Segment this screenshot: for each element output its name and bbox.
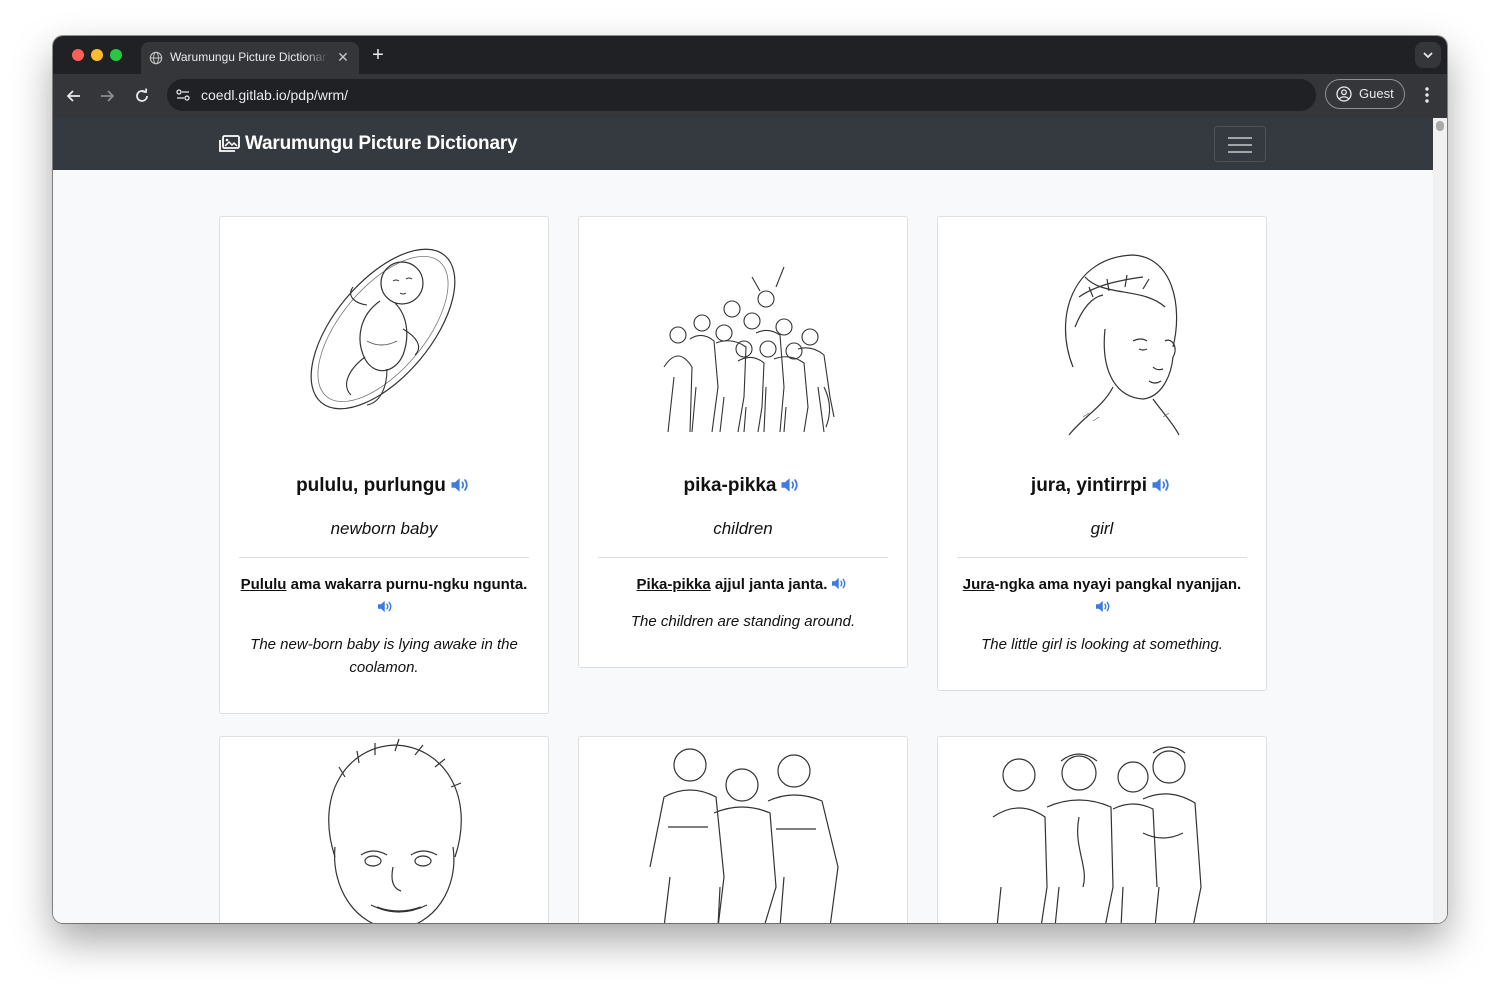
divider <box>239 557 529 558</box>
browser-window: Warumungu Picture Dictionary ✕ + coedl.g… <box>53 36 1447 923</box>
word-card <box>219 736 549 923</box>
scrollbar-thumb[interactable] <box>1436 121 1444 131</box>
speaker-icon[interactable] <box>830 576 849 591</box>
forward-arrow-icon[interactable] <box>97 86 117 106</box>
images-icon <box>219 135 240 152</box>
divider <box>598 557 888 558</box>
word-card: jura, yintirrpi girl Jura-ngka ama nyayi… <box>937 216 1267 691</box>
word-title: jura, yintirrpi <box>938 475 1266 497</box>
speaker-icon[interactable] <box>376 599 395 614</box>
page-viewport: Warumungu Picture Dictionary pululu, pur… <box>53 118 1447 923</box>
example-sentence: Jura-ngka ama nyayi pangkal nyanjjan. <box>956 573 1248 619</box>
minimize-window-button[interactable] <box>91 49 103 61</box>
word-card: pika-pikka children Pika-pikka ajjul jan… <box>578 216 908 668</box>
speaker-icon[interactable] <box>449 476 472 494</box>
example-sentence: Pululu ama wakarra purnu-ngku ngunta. <box>238 573 530 619</box>
baby-in-coolamon-illustration <box>310 248 456 410</box>
tab-title: Warumungu Picture Dictionary <box>170 50 328 64</box>
word-card <box>578 736 908 923</box>
word-gloss: children <box>713 519 773 538</box>
site-navbar: Warumungu Picture Dictionary <box>53 118 1433 170</box>
menu-toggle-button[interactable] <box>1214 126 1266 162</box>
profile-button[interactable]: Guest <box>1325 79 1405 109</box>
example-translation: The children are standing around. <box>630 613 856 630</box>
browser-tab[interactable]: Warumungu Picture Dictionary ✕ <box>141 42 359 74</box>
hamburger-icon <box>1228 137 1252 139</box>
reload-icon[interactable] <box>132 86 152 106</box>
speaker-icon[interactable] <box>1150 476 1173 494</box>
word-title: pululu, purlungu <box>220 475 548 497</box>
more-options-icon[interactable] <box>1417 85 1437 105</box>
example-translation: The little girl is looking at something. <box>981 636 1223 653</box>
url-text: coedl.gitlab.io/pdp/wrm/ <box>201 87 349 103</box>
tab-strip: Warumungu Picture Dictionary ✕ + <box>53 36 1447 74</box>
example-sentence: Pika-pikka ajjul janta janta. <box>597 573 889 596</box>
maximize-window-button[interactable] <box>110 49 122 61</box>
site-settings-icon[interactable] <box>175 87 191 103</box>
site-title: Warumungu Picture Dictionary <box>245 133 518 154</box>
speaker-icon[interactable] <box>1094 599 1113 614</box>
new-tab-button[interactable]: + <box>368 45 388 65</box>
address-bar[interactable]: coedl.gitlab.io/pdp/wrm/ <box>167 79 1316 111</box>
word-gloss: newborn baby <box>330 519 438 538</box>
speaker-icon[interactable] <box>779 476 802 494</box>
profile-label: Guest <box>1359 86 1394 101</box>
close-window-button[interactable] <box>72 49 84 61</box>
tab-search-button[interactable] <box>1415 42 1441 68</box>
page-scrollbar[interactable] <box>1433 118 1447 923</box>
back-arrow-icon[interactable] <box>64 86 84 106</box>
word-card: pululu, purlungu newborn baby Pululu ama… <box>219 216 549 714</box>
chevron-down-icon <box>1423 52 1433 59</box>
globe-icon <box>149 51 163 65</box>
divider <box>957 557 1247 558</box>
close-tab-icon[interactable]: ✕ <box>335 49 351 65</box>
girl-portrait-illustration <box>1065 254 1180 436</box>
word-gloss: girl <box>1090 519 1114 538</box>
three-women-illustration <box>649 748 839 923</box>
word-title: pika-pikka <box>579 475 907 497</box>
group-of-men-illustration <box>992 746 1202 923</box>
example-translation: The new-born baby is lying awake in the … <box>250 636 518 676</box>
browser-toolbar: coedl.gitlab.io/pdp/wrm/ Guest <box>53 74 1447 118</box>
account-circle-icon <box>1336 86 1352 102</box>
group-of-children-illustration <box>663 266 835 433</box>
boy-portrait-illustration <box>328 738 462 923</box>
word-card <box>937 736 1267 923</box>
